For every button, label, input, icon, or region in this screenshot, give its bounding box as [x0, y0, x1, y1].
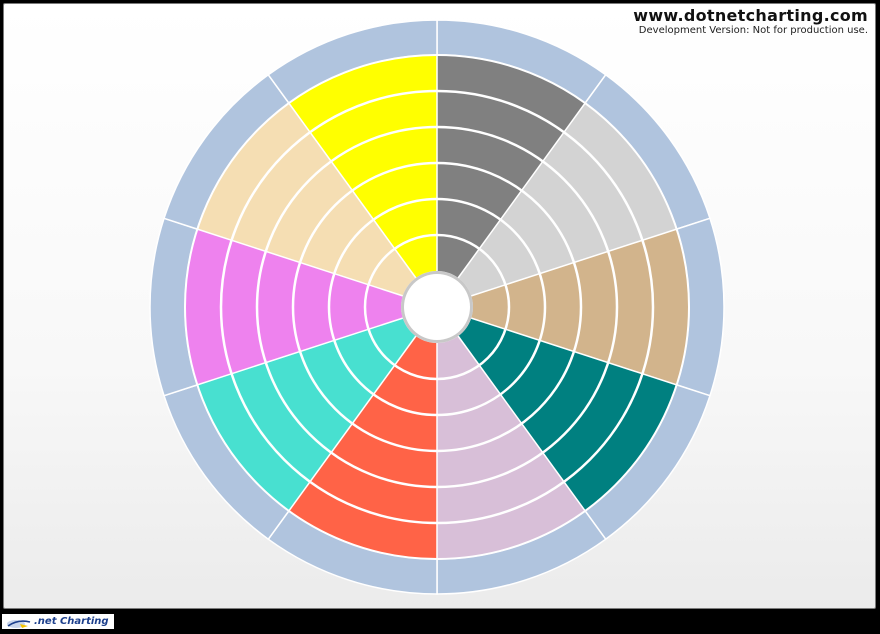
radar-chart — [149, 19, 725, 595]
chart-frame: www.dotnetcharting.com Development Versi… — [0, 0, 880, 630]
dotnetcharting-logo[interactable]: .net Charting — [2, 614, 114, 629]
logo-text: .net Charting — [34, 616, 109, 627]
watermark-subtitle: Development Version: Not for production … — [638, 25, 868, 36]
watermark-title[interactable]: www.dotnetcharting.com — [633, 6, 868, 25]
logo-swoosh-icon — [6, 615, 32, 628]
center-hub — [404, 274, 470, 340]
